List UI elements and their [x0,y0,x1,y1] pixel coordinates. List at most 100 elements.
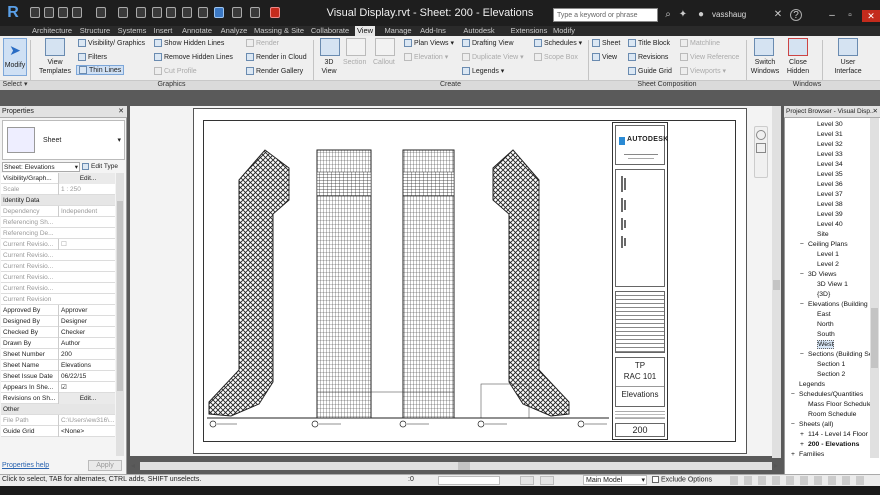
property-row[interactable]: Dependency Independent [1,206,115,217]
browser-item[interactable]: Level 31 [786,130,870,140]
property-row[interactable]: Current Revisio... [1,250,115,261]
property-group[interactable]: Identity Data [1,195,115,206]
tab-view[interactable]: View [355,26,375,36]
property-row[interactable]: Designed By Designer [1,316,115,327]
property-row[interactable]: File Path C:\Users\ew316\... [1,415,115,426]
design-option-select[interactable]: Main Model ▾ [583,475,647,485]
title-block-button[interactable]: Title Block [628,39,670,47]
tab-manage[interactable]: Manage [383,26,413,36]
browser-item[interactable]: +200 - Elevations [786,440,870,450]
save-icon[interactable] [44,7,54,18]
browser-item[interactable]: − Sheets (all) [786,420,870,430]
measure-icon[interactable] [136,7,146,18]
search-input[interactable]: Type a keyword or phrase [553,8,658,22]
tab-architecture[interactable]: Architecture [30,26,74,36]
sheet-button[interactable]: Sheet [592,39,620,47]
redo-icon[interactable] [96,7,106,18]
elevation-button[interactable]: Elevation ▾ [404,53,448,62]
browser-item[interactable]: Section 1 [786,360,870,370]
property-group[interactable]: Other [1,404,115,415]
tab-collaborate[interactable]: Collaborate [310,26,350,36]
browser-item[interactable]: Level 32 [786,140,870,150]
browser-scrollbar[interactable] [870,118,879,458]
dimension-icon[interactable] [152,7,162,18]
edit-type-button[interactable]: Edit Type [82,161,118,172]
browser-item[interactable]: Level 2 [786,260,870,270]
property-row[interactable]: Current Revision [1,294,115,305]
section-icon[interactable] [214,7,224,18]
duplicate-view-button[interactable]: Duplicate View ▾ [462,53,524,62]
expand-icon[interactable]: + [800,430,806,440]
user-icon[interactable]: ● [695,9,707,21]
user-interface-button[interactable]: User Interface [828,58,868,76]
properties-help-link[interactable]: Properties help [2,462,49,469]
close-hidden-button[interactable]: Close Hidden [784,58,812,76]
property-row[interactable]: Sheet Issue Date 06/22/15 [1,371,115,382]
browser-item[interactable]: Level 40 [786,220,870,230]
modify-button[interactable]: ➤ Modify [3,38,27,76]
tab-insert[interactable]: Insert [152,26,174,36]
browser-item[interactable]: −Elevations (Building El... [786,300,870,310]
browser-item[interactable]: −3D Views [786,270,870,280]
legends-button[interactable]: Legends ▾ [462,67,504,76]
exclude-options-checkbox[interactable]: Exclude Options [652,476,712,483]
tab-systems[interactable]: Systems [116,26,148,36]
filters-button[interactable]: Filters [78,53,107,61]
callout-button[interactable]: Callout [373,59,395,66]
browser-item[interactable]: Level 36 [786,180,870,190]
browser-item[interactable]: Level 34 [786,160,870,170]
browser-item[interactable]: Level 33 [786,150,870,160]
section-button[interactable]: Section [343,59,366,66]
drafting-view-button[interactable]: Drafting View [462,39,514,47]
properties-scrollbar[interactable] [116,173,124,456]
guide-grid-button[interactable]: Guide Grid [628,67,672,75]
text-icon[interactable] [182,7,192,18]
browser-item[interactable]: South [786,330,870,340]
editable-only-icon[interactable] [520,476,534,485]
close-hidden-icon[interactable] [250,7,260,18]
property-row[interactable]: Drawn By Author [1,338,115,349]
3d-view-button[interactable]: 3D View [318,58,340,76]
minimize-button[interactable]: – [826,11,838,21]
matchline-button[interactable]: Matchline [680,39,720,47]
schedules-button[interactable]: Schedules ▾ [534,39,582,48]
property-row[interactable]: Sheet Number 200 [1,349,115,360]
scroll-right-icon[interactable]: ▸ [774,461,778,470]
browser-item[interactable]: Level 37 [786,190,870,200]
browser-item[interactable]: + Families [786,450,870,460]
browser-item[interactable]: West [786,340,870,350]
browser-item[interactable]: Room Schedule [786,410,870,420]
zoom-icon[interactable] [756,143,766,153]
show-hidden-lines-button[interactable]: Show Hidden Lines [154,39,224,47]
revisions-button[interactable]: Revisions [628,53,668,61]
drawing-horizontal-scrollbar[interactable] [140,462,772,470]
tab-modify[interactable]: Modify [552,26,576,36]
worksharing-icon[interactable] [540,476,554,485]
tag-icon[interactable] [166,7,176,18]
property-row[interactable]: Approved By Approver [1,305,115,316]
property-row[interactable]: Current Revisio... [1,283,115,294]
thin-lines-button[interactable]: Thin Lines [76,65,125,75]
property-row[interactable]: Revisions on Sh... Edit... [1,393,115,404]
render-button[interactable]: Render [246,39,279,47]
browser-item[interactable]: Level 38 [786,200,870,210]
tab-add-ins[interactable]: Add-Ins [419,26,447,36]
render-gallery-button[interactable]: Render Gallery [246,67,303,75]
scroll-left-icon[interactable]: ◂ [131,461,135,470]
property-row[interactable]: Checked By Checker [1,327,115,338]
browser-item[interactable]: Section 2 [786,370,870,380]
3d-view-icon[interactable] [198,7,208,18]
undo-icon[interactable] [72,7,82,18]
scope-box-button[interactable]: Scope Box [534,53,578,61]
view-reference-button[interactable]: View Reference [680,53,739,61]
user-name[interactable]: vasshaug [712,9,746,21]
switch-windows-button[interactable]: Switch Windows [748,58,782,76]
collapse-icon[interactable]: − [791,390,797,400]
browser-item[interactable]: East [786,310,870,320]
drawing-vertical-scrollbar[interactable] [772,106,781,458]
browser-item[interactable]: +114 - Level 14 Floor P... [786,430,870,440]
browser-item[interactable]: Level 39 [786,210,870,220]
tab-extensions[interactable]: Extensions [510,26,548,36]
browser-item[interactable]: −Sections (Building Se... [786,350,870,360]
browser-item[interactable]: Site [786,230,870,240]
